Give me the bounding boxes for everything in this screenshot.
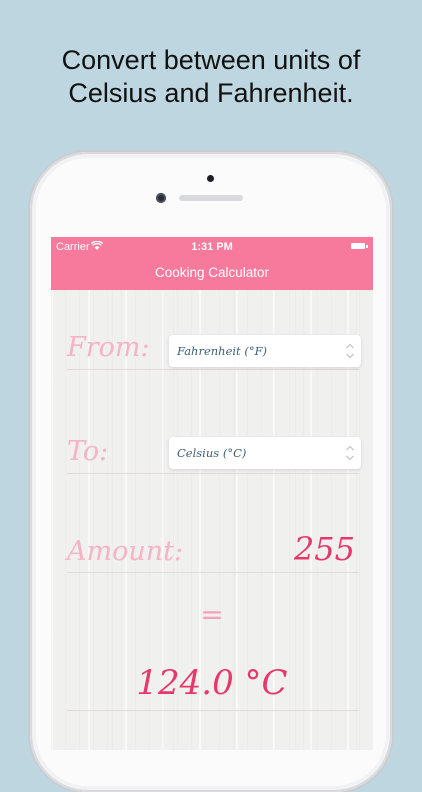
from-label: From: xyxy=(67,332,150,363)
camera-dot xyxy=(207,175,214,182)
headline-line-2: Celsius and Fahrenheit. xyxy=(68,78,354,108)
app-screen: Carrier 1:31 PM Cooking Calculator From:… xyxy=(51,237,373,750)
status-time: 1:31 PM xyxy=(191,241,233,253)
status-bar: Carrier 1:31 PM xyxy=(51,237,373,257)
from-unit-value: Fahrenheit (°F) xyxy=(177,344,268,358)
from-underline xyxy=(67,369,359,370)
navigation-bar: Carrier 1:31 PM Cooking Calculator xyxy=(51,237,373,290)
equals-sign: = xyxy=(200,598,224,631)
conversion-result: 124.0 °C xyxy=(136,663,288,703)
to-underline xyxy=(67,473,359,474)
chevron-updown-icon xyxy=(346,445,354,461)
from-unit-picker[interactable]: Fahrenheit (°F) xyxy=(169,335,361,367)
headline: Convert between units of Celsius and Fah… xyxy=(0,44,422,110)
chevron-updown-icon xyxy=(346,343,354,359)
battery-icon xyxy=(351,243,368,249)
headline-line-1: Convert between units of xyxy=(61,45,361,75)
front-camera xyxy=(156,193,166,203)
to-unit-value: Celsius (°C) xyxy=(177,446,247,460)
nav-title: Cooking Calculator xyxy=(154,265,270,280)
result-underline xyxy=(67,710,359,711)
amount-underline xyxy=(67,572,359,573)
amount-label: Amount: xyxy=(67,536,184,567)
to-unit-picker[interactable]: Celsius (°C) xyxy=(169,437,361,469)
amount-input[interactable]: 255 xyxy=(294,530,355,568)
to-label: To: xyxy=(67,436,109,467)
earpiece-speaker xyxy=(179,195,243,201)
